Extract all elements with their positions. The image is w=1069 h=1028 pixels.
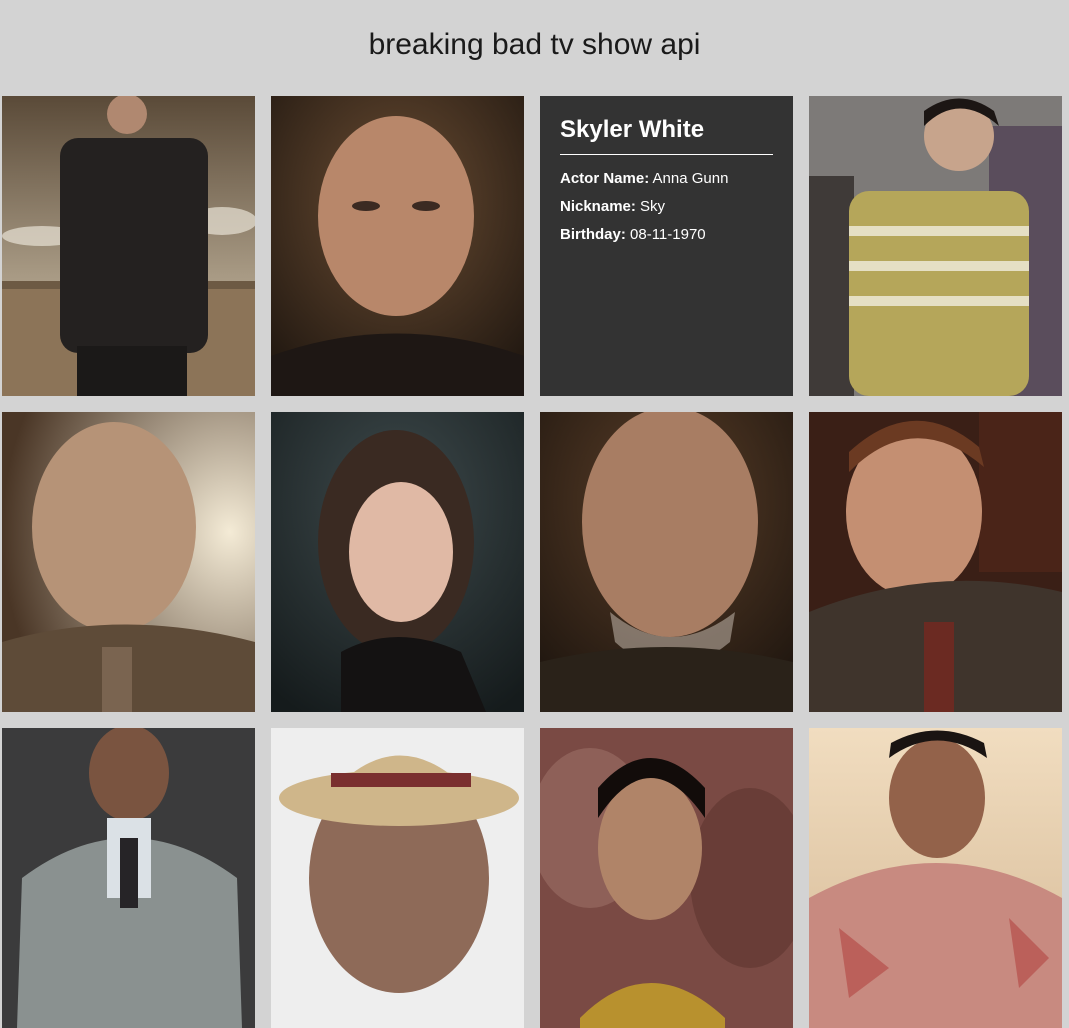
character-card[interactable] (809, 728, 1062, 1028)
character-photo (809, 412, 1062, 712)
actor-name-value: Anna Gunn (652, 170, 729, 187)
character-photo (809, 96, 1062, 396)
birthday-label: Birthday: (560, 226, 626, 243)
character-photo (271, 412, 524, 712)
character-card[interactable] (809, 96, 1062, 396)
character-photo (271, 728, 524, 1028)
character-card[interactable] (271, 728, 524, 1028)
character-name: Skyler White (560, 116, 773, 155)
character-card[interactable] (2, 412, 255, 712)
character-card[interactable] (2, 96, 255, 396)
actor-name-label: Actor Name: (560, 170, 650, 187)
character-photo (271, 96, 524, 396)
character-card[interactable] (540, 728, 793, 1028)
character-grid: Skyler White Actor Name: Anna Gunn Nickn… (2, 96, 1062, 1028)
nickname-value: Sky (640, 198, 666, 215)
character-card[interactable] (540, 412, 793, 712)
character-photo (2, 728, 255, 1028)
actor-name-row: Actor Name: Anna Gunn (560, 165, 773, 193)
character-card[interactable] (2, 728, 255, 1028)
page-title: breaking bad tv show api (368, 28, 701, 61)
character-photo (2, 96, 255, 396)
character-photo (540, 412, 793, 712)
character-card[interactable] (809, 412, 1062, 712)
birthday-value: 08-11-1970 (630, 226, 706, 243)
character-card[interactable] (271, 96, 524, 396)
birthday-row: Birthday: 08-11-1970 (560, 221, 773, 249)
character-card[interactable] (271, 412, 524, 712)
nickname-row: Nickname: Sky (560, 193, 773, 221)
character-photo (809, 728, 1062, 1028)
character-photo (540, 728, 793, 1028)
character-photo (2, 412, 255, 712)
nickname-label: Nickname: (560, 198, 636, 215)
character-card-active[interactable]: Skyler White Actor Name: Anna Gunn Nickn… (540, 96, 793, 396)
character-info-panel: Skyler White Actor Name: Anna Gunn Nickn… (540, 96, 793, 396)
